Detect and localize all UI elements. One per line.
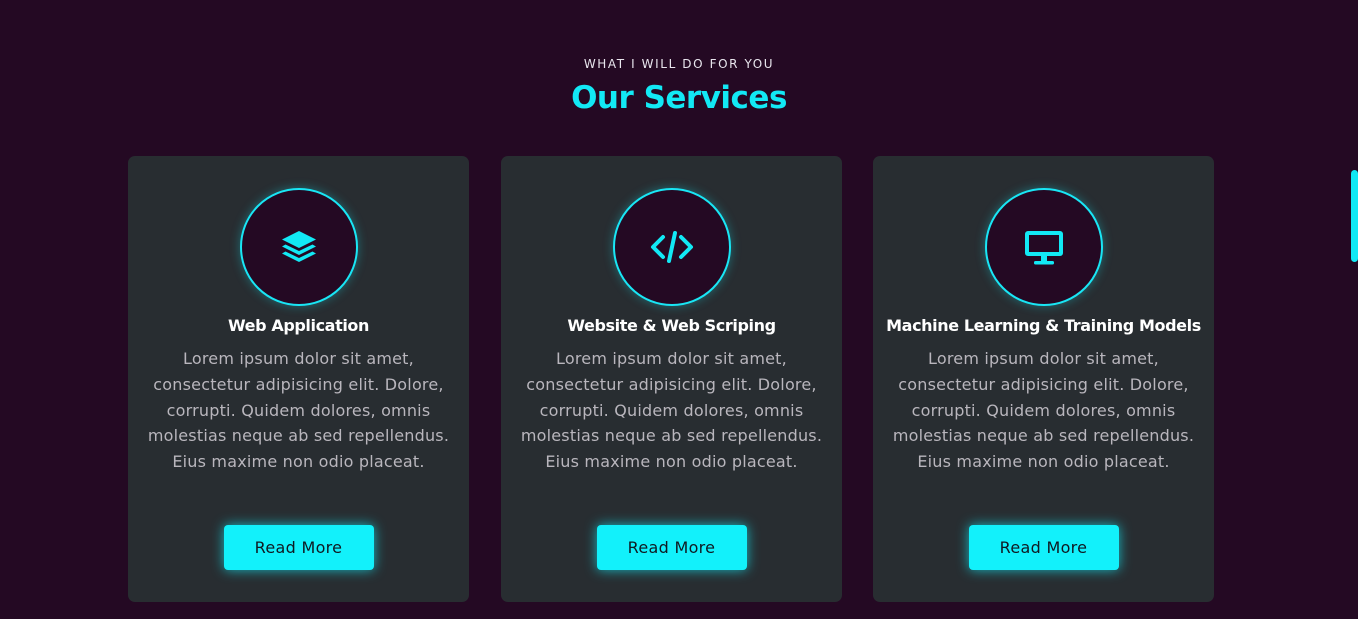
read-more-button[interactable]: Read More [596,525,747,570]
service-title: Website & Web Scriping [567,316,776,335]
service-card-machine-learning: Machine Learning & Training Models Lorem… [873,156,1214,602]
services-page: WHAT I WILL DO FOR YOU Our Services Web … [0,0,1358,619]
code-icon [650,231,693,263]
service-card-web-application: Web Application Lorem ipsum dolor sit am… [128,156,469,602]
section-eyebrow: WHAT I WILL DO FOR YOU [583,57,775,71]
layers-icon [281,231,316,262]
service-card-web-scraping: Website & Web Scriping Lorem ipsum dolor… [501,156,842,602]
service-icon-ring [239,188,358,306]
read-more-button[interactable]: Read More [968,525,1119,570]
scrollbar-thumb[interactable] [1351,170,1358,262]
service-description: Lorem ipsum dolor sit amet, consectetur … [520,349,823,472]
section-title: Our Services [571,80,787,116]
service-title: Web Application [227,316,369,335]
service-icon-ring [612,188,731,306]
service-description: Lorem ipsum dolor sit amet, consectetur … [147,349,450,472]
read-more-button[interactable]: Read More [223,525,374,570]
service-title: Machine Learning & Training Models [886,316,1201,335]
service-description: Lorem ipsum dolor sit amet, consectetur … [892,349,1195,472]
service-icon-ring [984,188,1103,306]
desktop-icon [1024,231,1063,265]
